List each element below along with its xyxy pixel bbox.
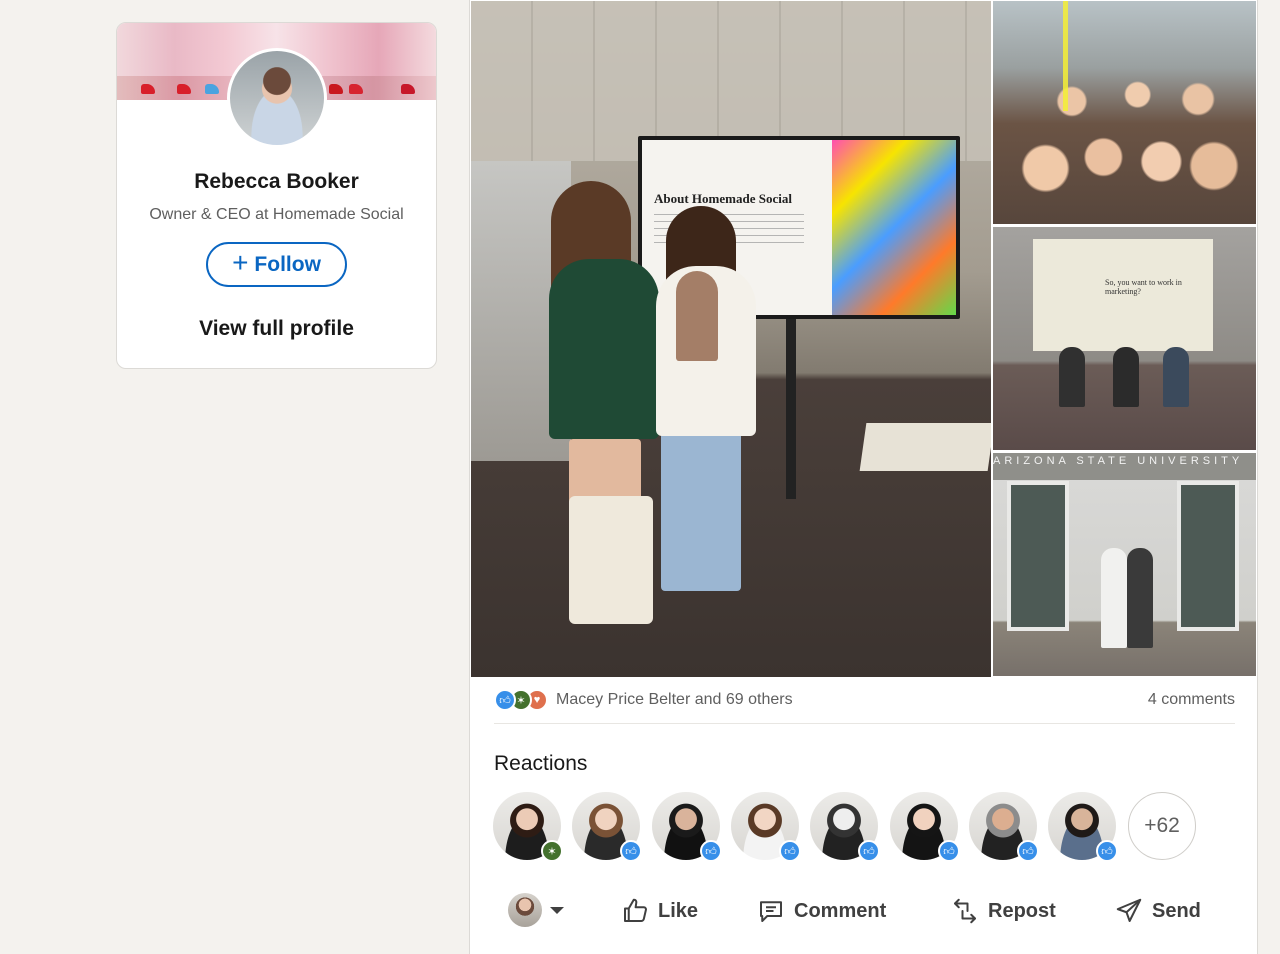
post-action-bar: Like Comment Repost Send bbox=[470, 880, 1257, 942]
celebrate-icon: ✶ bbox=[541, 840, 563, 862]
like-icon: 👍︎ bbox=[1017, 840, 1039, 862]
follow-button[interactable]: + Follow bbox=[206, 242, 347, 287]
like-icon: 👍︎ bbox=[1096, 840, 1118, 862]
like-icon: 👍︎ bbox=[700, 840, 722, 862]
profile-card: Rebecca Booker Owner & CEO at Homemade S… bbox=[116, 22, 437, 369]
like-icon: 👍︎ bbox=[779, 840, 801, 862]
reactor-avatar[interactable]: 👍︎ bbox=[969, 792, 1039, 862]
repost-icon bbox=[954, 898, 976, 924]
panel-screen-text: So, you want to work in marketing? bbox=[1105, 278, 1182, 296]
like-icon: 👍︎ bbox=[620, 840, 642, 862]
profile-name[interactable]: Rebecca Booker bbox=[117, 170, 436, 194]
post-photo-panel[interactable]: So, you want to work in marketing? bbox=[993, 227, 1256, 450]
like-icon: 👍︎ bbox=[938, 840, 960, 862]
reactor-avatar[interactable]: ✶ bbox=[493, 792, 563, 862]
actor-avatar bbox=[508, 893, 542, 927]
social-counts: 👍︎ ✶ ♥ Macey Price Belter and 69 others … bbox=[494, 688, 1235, 724]
reactions-count[interactable]: Macey Price Belter and 69 others bbox=[556, 691, 793, 709]
profile-avatar[interactable] bbox=[227, 48, 327, 148]
send-label: Send bbox=[1152, 899, 1201, 922]
view-full-profile-link[interactable]: View full profile bbox=[117, 317, 436, 341]
comment-button[interactable]: Comment bbox=[756, 892, 886, 930]
repost-button[interactable]: Repost bbox=[950, 892, 1056, 930]
like-icon: 👍︎ bbox=[858, 840, 880, 862]
comment-label: Comment bbox=[794, 899, 887, 922]
reactor-avatar[interactable]: 👍︎ bbox=[810, 792, 880, 862]
reactor-avatar[interactable]: 👍︎ bbox=[572, 792, 642, 862]
reaction-type-icons[interactable]: 👍︎ ✶ ♥ bbox=[494, 689, 552, 711]
plus-icon: + bbox=[232, 247, 249, 278]
comments-count[interactable]: 4 comments bbox=[1148, 691, 1235, 709]
post-photo-group[interactable] bbox=[993, 1, 1256, 224]
slide-title: About Homemade Social bbox=[654, 191, 792, 206]
send-button[interactable]: Send bbox=[1114, 892, 1201, 930]
post-photo-building[interactable]: ARIZONA STATE UNIVERSITY bbox=[993, 453, 1256, 676]
photo-grid: About Homemade Social So, you want to wo… bbox=[470, 0, 1257, 677]
building-sign: ARIZONA STATE UNIVERSITY bbox=[993, 455, 1244, 467]
like-icon: 👍︎ bbox=[494, 689, 516, 711]
follow-label: Follow bbox=[254, 252, 321, 276]
thumbs-up-icon bbox=[624, 898, 647, 922]
like-button[interactable]: Like bbox=[620, 892, 698, 930]
reactions-heading: Reactions bbox=[494, 752, 588, 775]
send-icon bbox=[1116, 898, 1142, 922]
more-reactors-button[interactable]: +62 bbox=[1128, 792, 1196, 860]
profile-headline: Owner & CEO at Homemade Social bbox=[149, 206, 404, 223]
repost-label: Repost bbox=[988, 899, 1056, 922]
caret-down-icon bbox=[550, 906, 564, 914]
comment-icon bbox=[760, 901, 782, 922]
like-label: Like bbox=[658, 899, 699, 922]
reactor-avatar[interactable]: 👍︎ bbox=[890, 792, 960, 862]
post-card: About Homemade Social So, you want to wo… bbox=[469, 0, 1258, 954]
reactor-avatar[interactable]: 👍︎ bbox=[731, 792, 801, 862]
reactor-avatar[interactable]: 👍︎ bbox=[1048, 792, 1118, 862]
post-photo-main[interactable]: About Homemade Social bbox=[471, 1, 991, 677]
reactor-avatar[interactable]: 👍︎ bbox=[652, 792, 722, 862]
actor-switcher[interactable] bbox=[508, 893, 564, 927]
